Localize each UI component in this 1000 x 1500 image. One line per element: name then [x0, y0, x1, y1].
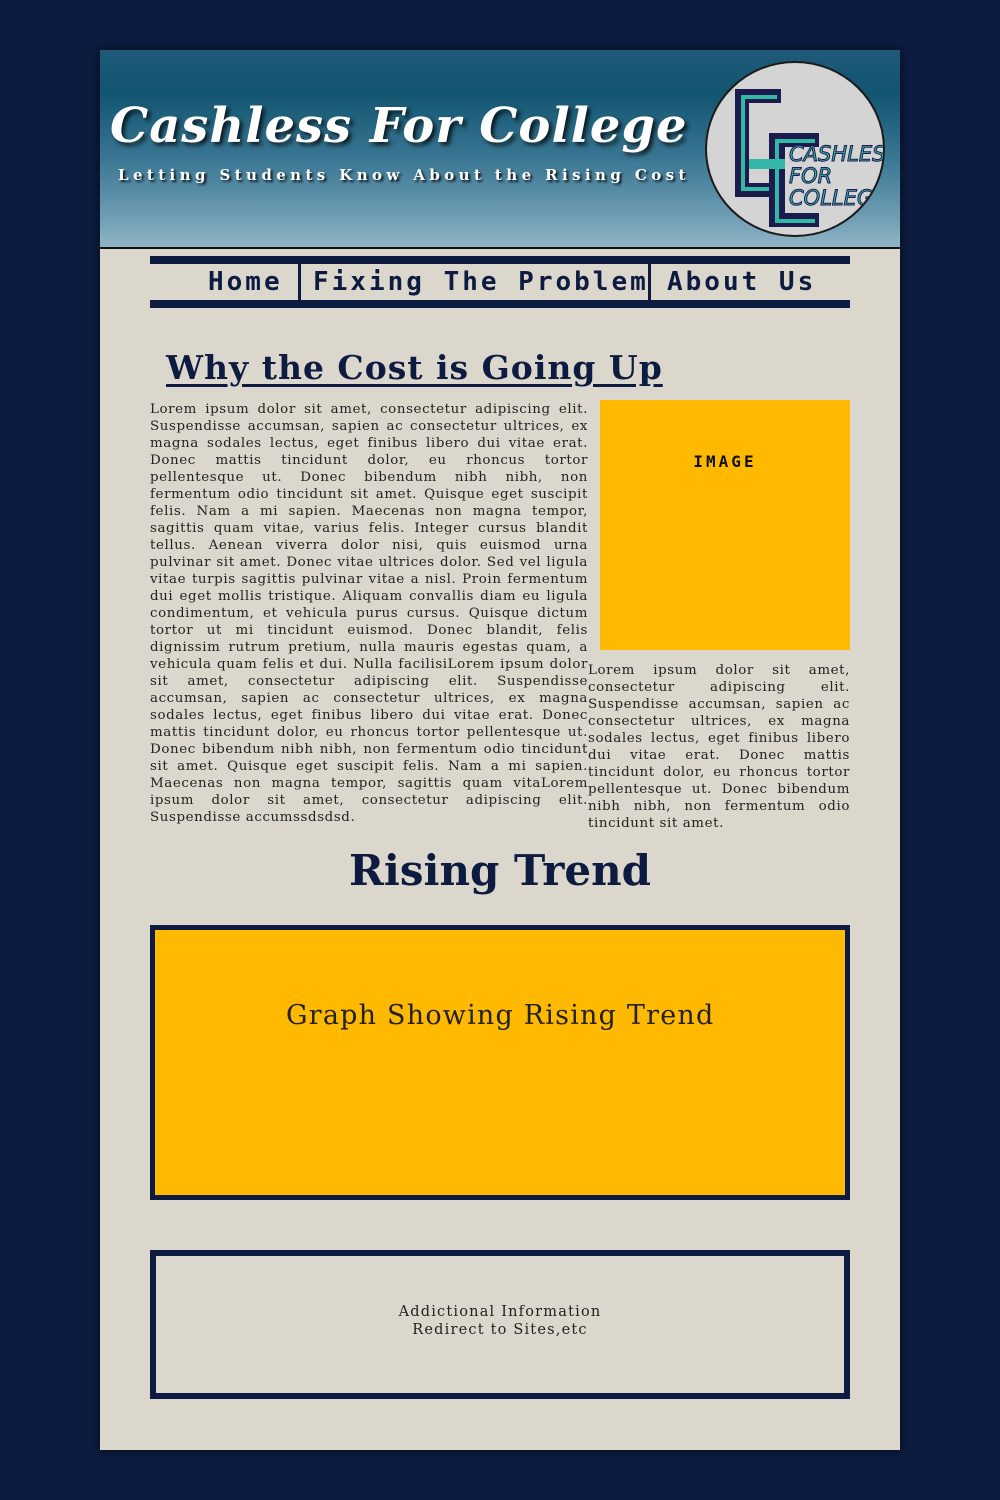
info-line-1: Addictional Information [398, 1304, 602, 1320]
site-logo[interactable]: CASHLESS FOR COLLEGE [705, 61, 885, 237]
nav-top-bar [150, 256, 850, 264]
nav-divider [648, 264, 651, 300]
main-nav: Home Fixing The Problem About Us [150, 256, 850, 308]
section-title-why-cost: Why the Cost is Going Up [166, 348, 663, 387]
logo-graphic: CASHLESS FOR COLLEGE [735, 89, 885, 227]
nav-item-fixing-the-problem[interactable]: Fixing The Problem [313, 266, 649, 298]
nav-item-home[interactable]: Home [208, 266, 283, 298]
image-placeholder-label: IMAGE [693, 452, 757, 471]
site-title: Cashless For College [110, 98, 688, 154]
graph-placeholder-label: Graph Showing Rising Trend [286, 1000, 715, 1031]
graph-placeholder: Graph Showing Rising Trend [150, 925, 850, 1200]
site-tagline: Letting Students Know About the Rising C… [118, 166, 690, 184]
page-container: Cashless For College Letting Students Kn… [100, 50, 900, 1450]
site-header: Cashless For College Letting Students Kn… [100, 50, 900, 249]
logo-text-line3: COLLEGE [789, 186, 885, 210]
additional-info-box: Addictional Information Redirect to Site… [150, 1250, 850, 1399]
nav-item-about-us[interactable]: About Us [667, 266, 816, 298]
nav-divider [298, 264, 301, 300]
info-line-2: Redirect to Sites,etc [412, 1322, 588, 1338]
image-placeholder: IMAGE [600, 400, 850, 650]
logo-text-line2: FOR [789, 164, 832, 188]
nav-bottom-bar [150, 300, 850, 308]
section-title-rising-trend: Rising Trend [349, 846, 651, 895]
logo-text-line1: CASHLESS [789, 142, 885, 166]
body-text-right: Lorem ipsum dolor sit amet, consectetur … [588, 663, 850, 831]
body-text-left: Lorem ipsum dolor sit amet, consectetur … [150, 402, 588, 825]
